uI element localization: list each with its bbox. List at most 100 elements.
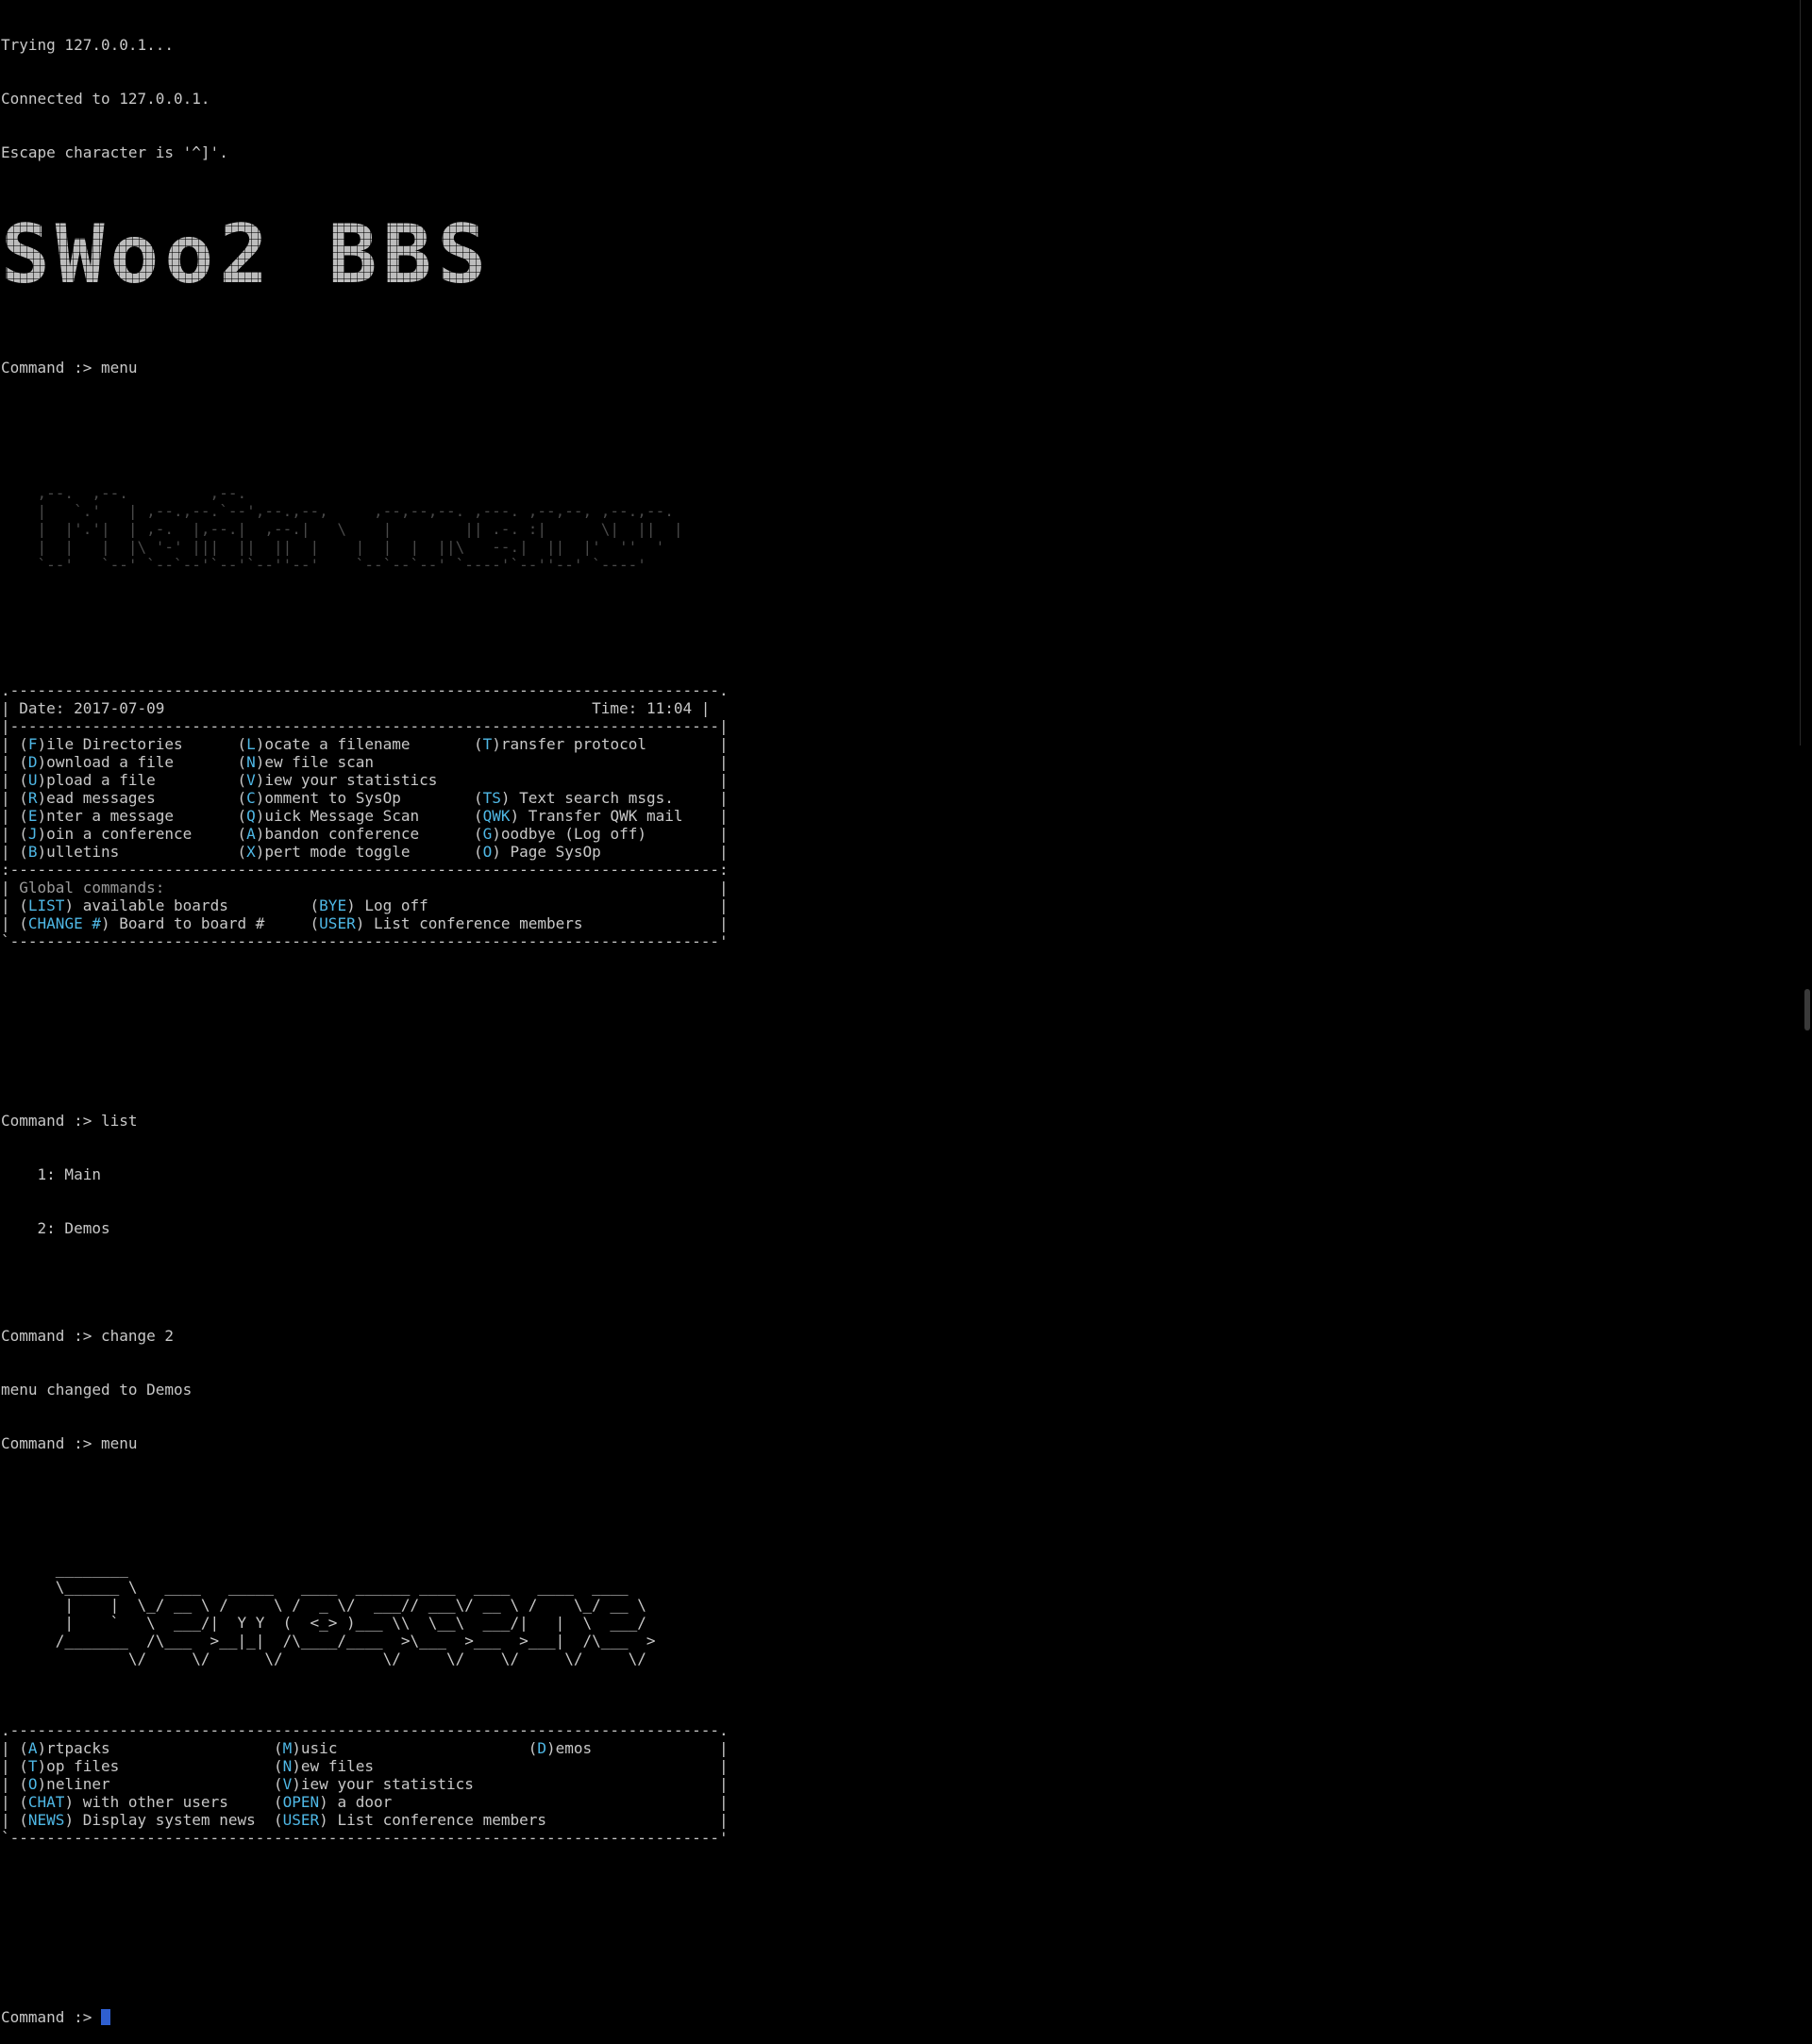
menu-item[interactable]: (Q)uick Message Scan (237, 807, 473, 825)
global-commands-row: | Global commands: | (1, 879, 729, 896)
menu-row: | (E)nter a message (Q)uick Message Scan… (1, 807, 729, 825)
menu-item[interactable]: (N)ew file scan (237, 753, 473, 771)
menu-item[interactable]: (L)ocate a filename (237, 735, 473, 753)
telnet-trying: Trying 127.0.0.1... (1, 36, 175, 54)
board-item-main: 1: Main (1, 1165, 101, 1183)
menu-item-label: )iew your statistics (255, 771, 474, 789)
menu-item[interactable]: (N)ew files (274, 1757, 528, 1775)
menu-item[interactable]: (B)ulletins (19, 843, 237, 861)
menu-item[interactable]: (C)omment to SysOp (237, 789, 473, 807)
menu-item[interactable]: (O) Page SysOp (474, 843, 601, 861)
bbs-banner-text: SWoo2 BBS (1, 208, 492, 302)
command-list: Command :> list (1, 1112, 138, 1130)
hotkey-user: USER (282, 1811, 320, 1829)
menu-item[interactable]: (D)ownload a file (19, 753, 237, 771)
menu-item[interactable]: (R)ead messages (19, 789, 237, 807)
menu-item[interactable]: (QWK) Transfer QWK mail (474, 807, 683, 825)
menu-item-label: )emos (546, 1739, 593, 1757)
menu-item-label: )rtpacks (37, 1739, 274, 1757)
menu-item[interactable]: (CHAT) with other users (19, 1793, 274, 1811)
paren-open: ( (19, 1793, 28, 1811)
telnet-escape: Escape character is '^]'. (1, 143, 228, 161)
menu-item[interactable]: (NEWS) Display system news (19, 1811, 274, 1829)
menu-item-label: )usic (292, 1739, 528, 1757)
menu-item[interactable]: (J)oin a conference (19, 825, 237, 843)
menu-item[interactable]: (M)usic (274, 1739, 528, 1757)
menu-header: | Date: 2017-07-09 Time: 11:04 | (1, 699, 711, 717)
global-commands-label: Global commands: (19, 879, 165, 896)
demos-art-line: | ` \ ___/| Y Y ( <_> )___ \\ \__\ ___/|… (1, 1614, 646, 1632)
paren-open: ( (237, 789, 247, 807)
menu-item[interactable]: (V)iew your statistics (237, 771, 473, 789)
menu-row: | (U)pload a file (V)iew your statistics… (1, 771, 729, 789)
hotkey-o: O (482, 843, 493, 861)
menu-item[interactable]: (U)pload a file (19, 771, 237, 789)
menu-item-label: ) Text search msgs. (500, 789, 674, 807)
menu-item[interactable]: (T)ransfer protocol (474, 735, 646, 753)
hotkey-o: O (27, 1775, 38, 1793)
menu-item[interactable]: (OPEN) a door (274, 1793, 528, 1811)
paren-open: ( (237, 753, 247, 771)
paren-open: ( (274, 1739, 283, 1757)
menu-item[interactable]: (LIST) available boards (19, 896, 310, 914)
menu-item[interactable]: (T)op files (19, 1757, 274, 1775)
command-prompt[interactable]: Command :> (1, 2008, 729, 2026)
menu-row: | (D)ownload a file (N)ew file scan | (1, 753, 729, 771)
menu-item[interactable]: (A)rtpacks (19, 1739, 274, 1757)
demos-border-top: .---------------------------------------… (1, 1721, 729, 1739)
menu-item[interactable]: (O)neliner (19, 1775, 274, 1793)
menu-item[interactable]: (E)nter a message (19, 807, 237, 825)
paren-open: ( (19, 789, 28, 807)
paren-open: ( (19, 753, 28, 771)
hotkey-b: B (27, 843, 38, 861)
scrollbar-thumb[interactable] (1804, 989, 1810, 1030)
menu-item[interactable]: (V)iew your statistics (274, 1775, 528, 1793)
demos-row: | (O)neliner (V)iew your statistics | (1, 1775, 729, 1793)
menu-item-label: ) available boards (64, 896, 310, 914)
paren-open: ( (237, 843, 247, 861)
paren-open: ( (237, 825, 247, 843)
paren-open: ( (19, 807, 28, 825)
menu-time: Time: 11:04 (592, 699, 693, 717)
telnet-connected: Connected to 127.0.0.1. (1, 90, 210, 108)
menu-item[interactable]: (USER) List conference members (274, 1811, 546, 1829)
menu-item[interactable]: (USER) List conference members (310, 914, 583, 932)
hotkey-list: LIST (27, 896, 65, 914)
bbs-banner: SWoo2 BBS (1, 208, 729, 305)
terminal-window[interactable]: Trying 127.0.0.1... Connected to 127.0.0… (1, 0, 729, 2044)
paren-open: ( (274, 1775, 283, 1793)
menu-item[interactable]: (G)oodbye (Log off) (474, 825, 646, 843)
paren-open: ( (19, 825, 28, 843)
menu-row: | (B)ulletins (X)pert mode toggle (O) Pa… (1, 843, 729, 861)
paren-open: ( (473, 843, 483, 861)
menu-item[interactable]: (TS) Text search msgs. (474, 789, 674, 807)
menu-border-bottom: `---------------------------------------… (1, 932, 729, 950)
demos-art-line: \______ \ ____ _____ ____ ______ ____ __… (1, 1578, 629, 1596)
paren-open: ( (274, 1757, 283, 1775)
menu-item[interactable]: (F)ile Directories (19, 735, 237, 753)
menu-item-label: ) Page SysOp (492, 843, 601, 861)
hotkey-n: N (282, 1757, 293, 1775)
paren-open: ( (19, 1775, 28, 1793)
hotkey-d: D (27, 753, 38, 771)
text-cursor[interactable] (100, 2009, 110, 2025)
menu-item[interactable]: (X)pert mode toggle (237, 843, 473, 861)
menu-item-label: )ownload a file (37, 753, 238, 771)
command-change: Command :> change 2 (1, 1327, 175, 1345)
main-menu_art-line: | |'.'| | ,-. |,--.| ,--.| \ | || .-. :|… (1, 520, 683, 538)
paren-open: ( (19, 1739, 28, 1757)
hotkey-a: A (246, 825, 256, 843)
menu-item[interactable]: (D)emos (528, 1739, 592, 1757)
menu-item[interactable]: (A)bandon conference (237, 825, 473, 843)
hotkey-c: C (246, 789, 256, 807)
menu-item[interactable]: (BYE) Log off (310, 896, 428, 914)
menu-item-label: )ocate a filename (255, 735, 474, 753)
command-menu-1: Command :> menu (1, 359, 138, 377)
demos-art-line: /_______ /\___ >__|_| /\____/____ >\___ … (1, 1632, 656, 1650)
hotkey-l: L (246, 735, 256, 753)
scrollbar[interactable] (1801, 0, 1812, 1033)
paren-open: ( (528, 1739, 538, 1757)
menu-item[interactable]: (CHANGE #) Board to board # (19, 914, 310, 932)
paren-open: ( (237, 807, 247, 825)
hotkey-v: V (246, 771, 256, 789)
